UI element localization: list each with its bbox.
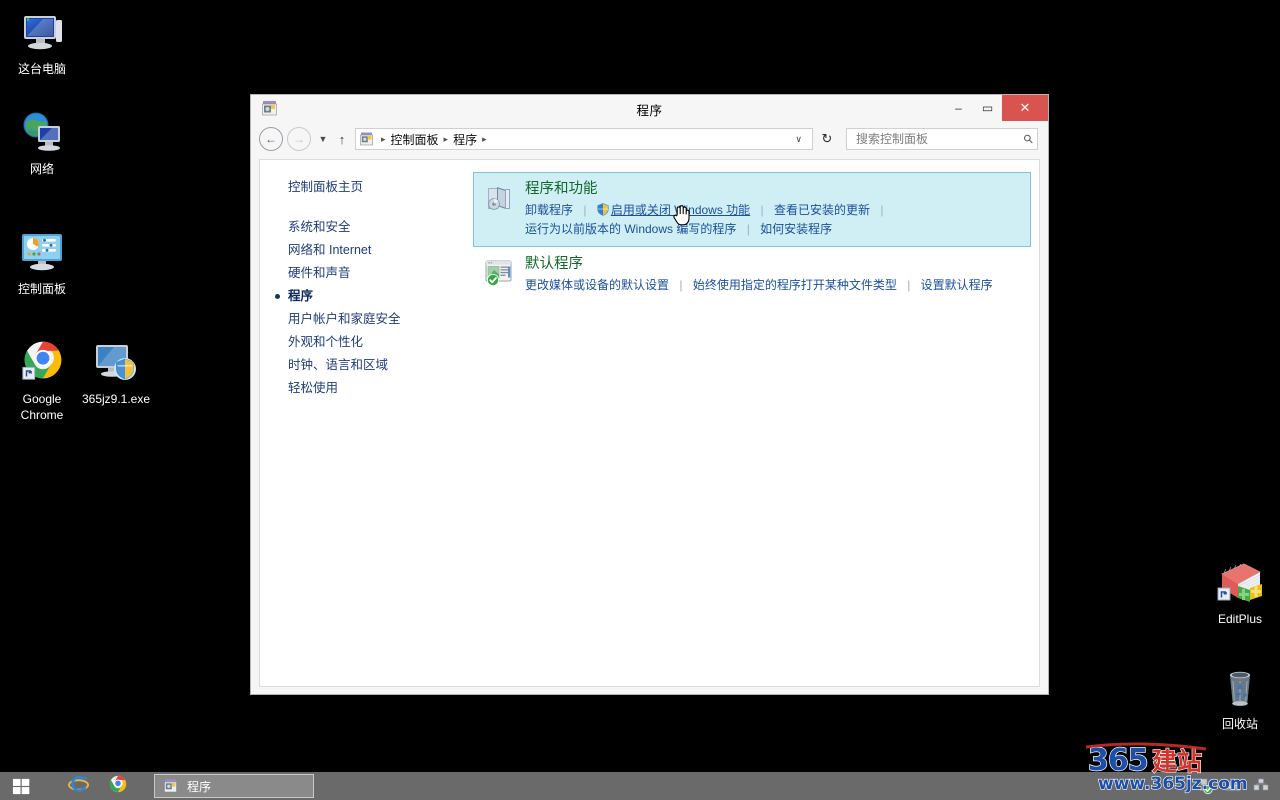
desktop-icon-label: 回收站 (1221, 717, 1258, 731)
breadcrumb-item-control-panel[interactable]: 控制面板 (389, 131, 441, 148)
desktop-icon-control-panel[interactable]: 控制面板 (4, 228, 80, 297)
sidebar-item-appearance[interactable]: 外观和个性化 (288, 331, 473, 354)
ie-icon (67, 773, 89, 799)
desktop-icon-google-chrome[interactable]: Google Chrome (4, 338, 80, 423)
sidebar: 控制面板主页 系统和安全 网络和 Internet 硬件和声音 程序 用户帐户和… (260, 160, 473, 686)
refresh-icon[interactable]: ↻ (816, 128, 838, 150)
sidebar-item-system-and-security[interactable]: 系统和安全 (288, 216, 473, 239)
link-separator: | (583, 203, 587, 217)
maximize-button[interactable]: ▭ (973, 95, 1002, 121)
desktop-icon-365jz-exe[interactable]: 365jz9.1.exe (78, 338, 154, 407)
control-panel-icon (18, 228, 66, 276)
breadcrumb-item-programs[interactable]: 程序 (451, 131, 479, 148)
link-uninstall-program[interactable]: 卸载程序 (525, 203, 573, 217)
category-programs-and-features[interactable]: 程序和功能 卸载程序 | 启用或关闭 Windows 功能 | 查看已安装的更新… (473, 172, 1031, 247)
control-panel-window-icon (261, 99, 279, 117)
desktop: 这台电脑 网络 控制面板 Google Chrome 365jz9.1.exe … (0, 0, 1280, 800)
chevron-down-icon[interactable]: ∨ (789, 134, 808, 145)
sidebar-item-user-accounts[interactable]: 用户帐户和家庭安全 (288, 308, 473, 331)
control-panel-small-icon (359, 131, 375, 147)
programs-features-icon (483, 182, 515, 214)
desktop-icon-label: 365jz9.1.exe (81, 392, 151, 406)
search-box[interactable]: ⚲ (846, 128, 1038, 150)
forward-button[interactable]: → (287, 127, 311, 151)
minimize-button[interactable]: – (944, 95, 973, 121)
link-view-installed-updates[interactable]: 查看已安装的更新 (774, 203, 870, 217)
recent-locations-icon[interactable]: ▼ (315, 128, 331, 150)
chrome-icon (109, 775, 127, 798)
sidebar-item-clock-language-region[interactable]: 时钟、语言和区域 (288, 354, 473, 377)
window-title: 程序 (636, 103, 663, 118)
chrome-icon (18, 338, 66, 386)
category-body: 程序和功能 卸载程序 | 启用或关闭 Windows 功能 | 查看已安装的更新… (525, 180, 1022, 239)
desktop-icon-label: 这台电脑 (17, 62, 66, 76)
vm-icon[interactable]: vm (1224, 777, 1242, 795)
breadcrumb-separator: ▸ (482, 133, 487, 144)
breadcrumb-separator: ▸ (381, 133, 386, 144)
taskbar-google-chrome[interactable] (98, 772, 138, 800)
desktop-icon-recycle-bin[interactable]: 回收站 (1202, 663, 1278, 732)
up-button[interactable]: ↑ (333, 128, 351, 150)
address-bar: ← → ▼ ↑ ▸ 控制面板 ▸ 程序 ▸ ∨ ↻ 搜索控制面板 ⚲ (251, 123, 1048, 155)
window-controls: – ▭ ✕ (944, 95, 1048, 121)
back-button[interactable]: ← (259, 127, 283, 151)
computer-icon (18, 8, 66, 56)
link-separator: | (760, 203, 764, 217)
sidebar-item-programs[interactable]: 程序 (275, 285, 473, 308)
link-separator: | (746, 222, 750, 236)
desktop-icon-editplus[interactable]: EditPlus (1202, 558, 1278, 627)
network-tray-icon[interactable] (1252, 777, 1270, 795)
control-panel-small-icon (163, 778, 179, 794)
main-pane: 程序和功能 卸载程序 | 启用或关闭 Windows 功能 | 查看已安装的更新… (473, 160, 1039, 686)
category-title[interactable]: 默认程序 (525, 255, 1022, 274)
taskbar-internet-explorer[interactable] (58, 772, 98, 800)
desktop-icon-network[interactable]: 网络 (4, 108, 80, 177)
category-links-row: 卸载程序 | 启用或关闭 Windows 功能 | 查看已安装的更新 | (525, 201, 1022, 220)
window-titlebar: 程序 – ▭ ✕ (251, 95, 1048, 123)
network-icon (18, 108, 66, 156)
desktop-icon-label: EditPlus (1217, 612, 1263, 626)
editplus-icon (1216, 558, 1264, 606)
breadcrumb-separator: ▸ (443, 133, 449, 144)
link-change-default-settings-for-media[interactable]: 更改媒体或设备的默认设置 (525, 278, 669, 292)
link-set-default-programs[interactable]: 设置默认程序 (921, 278, 993, 292)
desktop-icon-label: 控制面板 (17, 282, 66, 296)
system-tray: vm (1196, 772, 1276, 800)
link-separator: | (907, 278, 911, 292)
recycle-bin-icon (1216, 663, 1264, 711)
search-input[interactable] (854, 131, 1025, 147)
link-separator: | (880, 203, 884, 217)
category-body: 默认程序 更改媒体或设备的默认设置 | 始终使用指定的程序打开某种文件类型 | … (525, 255, 1022, 295)
breadcrumb[interactable]: ▸ 控制面板 ▸ 程序 ▸ ∨ (355, 128, 813, 150)
link-associate-file-type[interactable]: 始终使用指定的程序打开某种文件类型 (693, 278, 897, 292)
category-links-row: 运行为以前版本的 Windows 编写的程序 | 如何安装程序 (525, 220, 1022, 239)
control-panel-window: 程序 – ▭ ✕ ← → ▼ ↑ ▸ 控制面板 ▸ 程序 ▸ ∨ ↻ 搜索控制面… (250, 94, 1049, 695)
taskbar: 程序 vm (0, 772, 1280, 800)
sidebar-item-hardware-and-sound[interactable]: 硬件和声音 (288, 262, 473, 285)
window-content: 控制面板主页 系统和安全 网络和 Internet 硬件和声音 程序 用户帐户和… (259, 159, 1040, 687)
shield-icon (597, 203, 609, 216)
link-run-programs-for-previous-windows[interactable]: 运行为以前版本的 Windows 编写的程序 (525, 222, 736, 236)
close-button[interactable]: ✕ (1002, 95, 1048, 121)
link-separator: | (679, 278, 683, 292)
usb-check-icon[interactable] (1196, 777, 1214, 795)
sidebar-item-ease-of-access[interactable]: 轻松使用 (288, 377, 473, 400)
taskbar-button-programs[interactable]: 程序 (154, 774, 314, 798)
taskbar-button-label: 程序 (187, 779, 212, 794)
sidebar-item-network-and-internet[interactable]: 网络和 Internet (288, 239, 473, 262)
category-links-row: 更改媒体或设备的默认设置 | 始终使用指定的程序打开某种文件类型 | 设置默认程… (525, 276, 1022, 295)
desktop-icon-label: Google Chrome (20, 392, 64, 422)
shield-monitor-icon (92, 338, 140, 386)
svg-text:vm: vm (1228, 783, 1238, 791)
category-default-programs[interactable]: 默认程序 更改媒体或设备的默认设置 | 始终使用指定的程序打开某种文件类型 | … (473, 247, 1031, 303)
sidebar-item-control-panel-home[interactable]: 控制面板主页 (288, 176, 363, 195)
link-how-to-install-a-program[interactable]: 如何安装程序 (760, 222, 832, 236)
link-turn-windows-features-on-off[interactable]: 启用或关闭 Windows 功能 (611, 203, 750, 217)
default-programs-icon (483, 257, 515, 289)
category-title[interactable]: 程序和功能 (525, 180, 1022, 199)
desktop-icon-this-pc[interactable]: 这台电脑 (4, 8, 80, 77)
desktop-icon-label: 网络 (29, 162, 54, 176)
start-button[interactable] (0, 772, 42, 800)
